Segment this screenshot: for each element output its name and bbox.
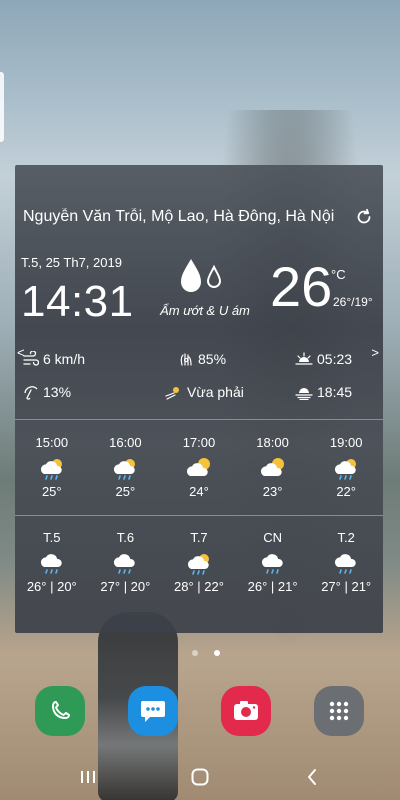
cloud-sun-rain-icon: [187, 554, 209, 575]
uv-stat: Vừa phải: [165, 384, 244, 400]
cloud-rain-icon: [114, 554, 136, 574]
temperature-range: 26°/19°: [333, 295, 373, 309]
camera-icon: [234, 701, 258, 720]
hour-temp: 25°: [41, 484, 62, 499]
sunset-value: 18:45: [317, 384, 353, 400]
condition-label: Ẩm ướt & U ám: [160, 303, 250, 318]
day-label: CN: [263, 530, 282, 545]
date-label: T.5, 25 Th7, 2019: [21, 255, 122, 270]
hour-temp: 23°: [262, 484, 283, 499]
hourly-item[interactable]: 16:00 25°: [90, 435, 160, 499]
daily-item[interactable]: CN 26° | 21°: [238, 530, 308, 594]
daily-item[interactable]: T.2 27° | 21°: [311, 530, 381, 594]
cloud-rain-icon: [335, 554, 356, 574]
day-label: T.2: [337, 530, 355, 545]
cloud-sun-rain-icon: [114, 459, 136, 480]
camera-app-button[interactable]: [221, 686, 271, 736]
weather-widget[interactable]: Nguyễn Văn Trỗi, Mộ Lao, Hà Đông, Hà Nội…: [15, 165, 383, 633]
hour-label: 19:00: [329, 435, 363, 450]
wind-icon: [23, 351, 39, 366]
back-button[interactable]: [297, 762, 327, 792]
uv-sun-icon: [165, 387, 179, 400]
temperature-unit: °C: [331, 267, 346, 282]
precipitation-value: 13%: [43, 384, 72, 400]
day-temp-range: 26° | 21°: [247, 579, 298, 594]
hourly-item[interactable]: 15:00 25°: [17, 435, 87, 499]
day-label: T.6: [116, 530, 135, 545]
day-label: T.5: [43, 530, 61, 545]
humidity-stat: 85%: [178, 351, 226, 367]
hourly-item[interactable]: 19:00 22°: [311, 435, 381, 499]
back-icon: [308, 769, 316, 785]
divider-top: [15, 419, 383, 420]
wind-stat: 6 km/h: [23, 351, 85, 367]
hourly-item[interactable]: 17:00 24°: [164, 435, 234, 499]
umbrella-icon: [24, 386, 38, 400]
messages-app-button[interactable]: [128, 686, 178, 736]
sun-cloud-icon: [260, 458, 284, 476]
system-navigation-bar: [0, 762, 400, 794]
app-dock: [0, 686, 400, 736]
humidity-hand-icon: [180, 353, 192, 366]
phone-app-button[interactable]: [35, 686, 85, 736]
refresh-icon[interactable]: [353, 206, 375, 228]
next-arrow[interactable]: >: [371, 345, 379, 360]
sunrise-stat: 05:23: [295, 351, 352, 367]
daily-forecast: T.5 26° | 20° T.6 27° | 20° T.7 28° | 22…: [15, 530, 383, 594]
page-indicator: [192, 650, 220, 656]
cloud-sun-rain-icon: [40, 459, 62, 480]
sunset-stat: 18:45: [295, 384, 352, 400]
home-button[interactable]: [185, 762, 215, 792]
day-temp-range: 26° | 20°: [26, 579, 77, 594]
daily-item[interactable]: T.7 28° | 22°: [164, 530, 234, 594]
hour-label: 17:00: [182, 435, 216, 450]
precipitation-stat: 13%: [23, 384, 71, 400]
hour-label: 16:00: [109, 435, 142, 450]
cloud-rain-icon: [40, 554, 62, 574]
divider-bottom: [15, 515, 383, 516]
hourly-forecast: 15:00 25° 16:00 25° 17:00 24° 18:00 23° …: [15, 435, 383, 499]
sunrise-icon: [295, 352, 313, 365]
clock-time[interactable]: 14:31: [21, 277, 134, 327]
page-dot: [192, 650, 198, 656]
cloud-rain-icon: [261, 554, 283, 574]
chat-bubble-icon: [141, 701, 165, 722]
recents-icon: [81, 771, 95, 783]
hour-temp: 22°: [336, 484, 356, 499]
sunset-icon: [295, 388, 313, 400]
sun-cloud-icon: [186, 458, 210, 476]
sunrise-value: 05:23: [317, 351, 353, 367]
humidity-drops-icon: [177, 253, 229, 299]
home-icon: [191, 768, 209, 786]
apps-drawer-button[interactable]: [314, 686, 364, 736]
location-label[interactable]: Nguyễn Văn Trỗi, Mộ Lao, Hà Đông, Hà Nội: [23, 208, 345, 226]
day-label: T.7: [190, 530, 208, 545]
recents-button[interactable]: [73, 762, 103, 792]
phone-icon: [52, 701, 70, 719]
day-temp-range: 27° | 20°: [100, 579, 151, 594]
page-dot-active: [214, 650, 220, 656]
hourly-item[interactable]: 18:00 23°: [238, 435, 308, 499]
day-temp-range: 27° | 21°: [321, 579, 372, 594]
daily-item[interactable]: T.5 26° | 20°: [17, 530, 87, 594]
location-row: Nguyễn Văn Trỗi, Mộ Lao, Hà Đông, Hà Nội: [23, 203, 375, 231]
humidity-value: 85%: [198, 351, 227, 367]
app-grid-icon: [329, 701, 349, 721]
hour-label: 15:00: [35, 435, 69, 450]
cloud-sun-rain-icon: [335, 459, 357, 480]
edge-panel-handle[interactable]: [0, 72, 4, 142]
wind-value: 6 km/h: [43, 351, 86, 367]
hour-temp: 25°: [115, 484, 136, 499]
hour-label: 18:00: [256, 435, 289, 450]
hour-temp: 24°: [189, 484, 209, 499]
daily-item[interactable]: T.6 27° | 20°: [90, 530, 160, 594]
day-temp-range: 28° | 22°: [174, 579, 224, 594]
uv-value: Vừa phải: [187, 384, 244, 400]
current-temperature: 26: [270, 255, 333, 318]
